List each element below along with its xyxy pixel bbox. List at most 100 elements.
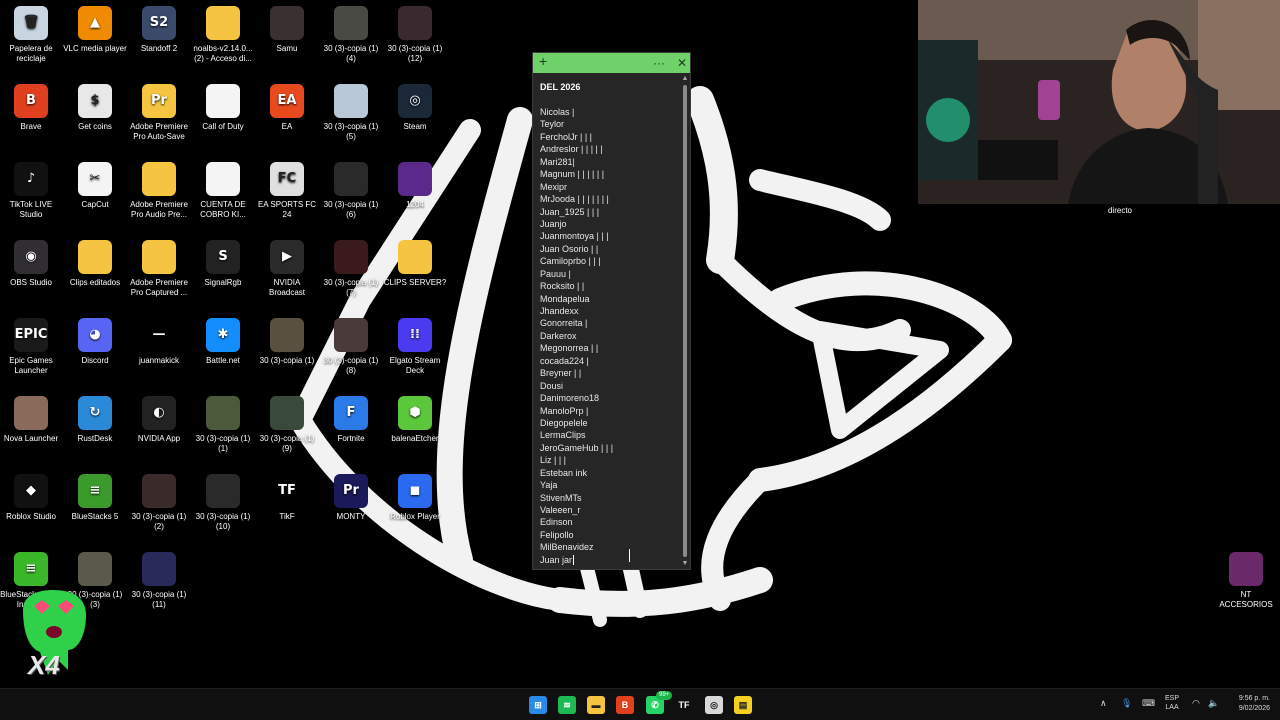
note-entry: Danimoreno18: [540, 392, 613, 404]
desktop-icon[interactable]: 30 (3)-copia (1)(7): [319, 240, 383, 298]
show-hidden-icons-button[interactable]: ∧: [1100, 698, 1107, 709]
desktop-icon[interactable]: ◕ Discord: [63, 318, 127, 366]
scroll-thumb[interactable]: [683, 85, 687, 557]
photo-icon: [398, 162, 432, 196]
microphone-icon[interactable]: 🎙: [1121, 698, 1132, 709]
note-entry-text: Felipollo: [540, 529, 574, 540]
desktop-icon[interactable]: FC EA SPORTS FC 24: [255, 162, 319, 220]
desktop-icon[interactable]: 30 (3)-copia (1)(9): [255, 396, 319, 454]
desktop-icon[interactable]: ♪ TikTok LIVE Studio: [0, 162, 63, 220]
desktop-icon[interactable]: EA EA: [255, 84, 319, 132]
desktop-icon[interactable]: 30 (3)-copia (1)(4): [319, 6, 383, 64]
desktop-icon[interactable]: Adobe Premiere Pro Captured ...: [127, 240, 191, 298]
windows-start-icon[interactable]: ⊞: [529, 696, 547, 714]
desktop-icon[interactable]: Nova Launcher: [0, 396, 63, 444]
volume-icon[interactable]: 🔈: [1208, 698, 1219, 709]
desktop-icon-label: 30 (3)-copia (1)(7): [323, 278, 379, 297]
folder-icon: [398, 240, 432, 274]
system-clock[interactable]: 9:56 p. m. 9/02/2026: [1226, 694, 1270, 714]
desktop-icon[interactable]: 30 (3)-copia (1)(2): [127, 474, 191, 532]
desktop-icon[interactable]: ↻ RustDesk: [63, 396, 127, 444]
close-note-button[interactable]: ✕: [677, 56, 687, 70]
stream-deck-icon: ⁞⁞: [398, 318, 432, 352]
desktop-icon[interactable]: F Fortnite: [319, 396, 383, 444]
roblox-icon: ◼: [398, 474, 432, 508]
desktop-icon[interactable]: ◎ Steam: [383, 84, 447, 132]
desktop-icon-label: juanmakick: [138, 356, 179, 365]
desktop-icon[interactable]: CUENTA DE COBRO KI...: [191, 162, 255, 220]
desktop-icon[interactable]: noalbs-v2.14.0... (2) - Acceso di...: [191, 6, 255, 64]
note-entry: Juan jar: [540, 554, 613, 566]
desktop-icon[interactable]: ▶ NVIDIA Broadcast: [255, 240, 319, 298]
scroll-down-icon[interactable]: ▼: [681, 560, 689, 567]
nova-icon: [14, 396, 48, 430]
desktop-icon[interactable]: 30 (3)-copia (1)(5): [319, 84, 383, 142]
nvidia-icon: ◐: [142, 396, 176, 430]
desktop-icon[interactable]: ≡ BlueStacks 5: [63, 474, 127, 522]
note-entry-text: ManoloPrp |: [540, 405, 589, 416]
desktop-icon[interactable]: EPIC Epic Games Launcher: [0, 318, 63, 376]
desktop-icon[interactable]: CLIPS SERVER?: [383, 240, 447, 288]
desktop-icon[interactable]: — juanmakick: [127, 318, 191, 366]
wifi-icon[interactable]: ◠: [1192, 698, 1200, 709]
desktop-icon[interactable]: 30 (3)-copia (1): [255, 318, 319, 366]
desktop-icon[interactable]: 30 (3)-copia (1)(10): [191, 474, 255, 532]
document-icon: [206, 162, 240, 196]
spotify-icon[interactable]: ≋: [558, 696, 576, 714]
desktop-icon[interactable]: 30 (3)-copia (1)(11): [127, 552, 191, 610]
desktop-icon-label: Battle.net: [206, 356, 240, 365]
desktop-icon[interactable]: ✂ CapCut: [63, 162, 127, 210]
desktop-icon[interactable]: ▲ VLC media player: [63, 6, 127, 54]
desktop-icon[interactable]: ◐ NVIDIA App: [127, 396, 191, 444]
desktop-icon[interactable]: ◼ Roblox Player: [383, 474, 447, 522]
desktop-icon[interactable]: ⁞⁞ Elgato Stream Deck: [383, 318, 447, 376]
sticky-note-header[interactable]: + ··· ✕: [533, 53, 690, 73]
desktop-icon[interactable]: Pr Adobe Premiere Pro Auto-Save: [127, 84, 191, 142]
desktop-icon[interactable]: 30 (3)-copia (1)(12): [383, 6, 447, 64]
battlenet-icon: ✱: [206, 318, 240, 352]
desktop-icon[interactable]: ◆ Roblox Studio: [0, 474, 63, 522]
desktop-icon[interactable]: Pr MONTY: [319, 474, 383, 522]
brave-icon[interactable]: B: [616, 696, 634, 714]
sticky-notes-icon[interactable]: ▤: [734, 696, 752, 714]
scroll-up-icon[interactable]: ▲: [681, 75, 689, 82]
keyboard-icon[interactable]: ⌨: [1142, 698, 1155, 709]
desktop-icon[interactable]: 30 (3)-copia (1)(6): [319, 162, 383, 220]
note-entry-text: Yaja: [540, 480, 558, 491]
note-scrollbar[interactable]: ▲ ▼: [681, 75, 689, 567]
desktop-icon[interactable]: Clips editados: [63, 240, 127, 288]
desktop-icon[interactable]: S2 Standoff 2: [127, 6, 191, 54]
note-entry: Juan_1925 | | |: [540, 206, 613, 218]
desktop-icon[interactable]: 1204: [383, 162, 447, 210]
desktop-icon[interactable]: Call of Duty: [191, 84, 255, 132]
chrome-icon[interactable]: ◎: [705, 696, 723, 714]
sticky-note-window[interactable]: + ··· ✕ DEL 2026 Nicolas | Teylor FercholJ…: [532, 52, 691, 570]
desktop-icon-label: NT ACCESORIOS: [1219, 590, 1273, 609]
desktop-icon[interactable]: Samu: [255, 6, 319, 54]
desktop-icon[interactable]: 30 (3)-copia (1)(1): [191, 396, 255, 454]
file-explorer-icon[interactable]: ▬: [587, 696, 605, 714]
desktop-icon-label: EA: [281, 122, 293, 131]
note-entry-text: Magnum | | | | | |: [540, 169, 605, 180]
file-icon: [206, 84, 240, 118]
tikfinity-icon[interactable]: TF: [675, 696, 693, 714]
desktop-icon[interactable]: B Brave: [0, 84, 63, 132]
desktop-icon[interactable]: NT ACCESORIOS: [1214, 552, 1278, 610]
desktop-icon-label: Get coins: [78, 122, 112, 131]
desktop-icon[interactable]: TF TikF: [255, 474, 319, 522]
fc24-icon: FC: [270, 162, 304, 196]
desktop-icon[interactable]: Adobe Premiere Pro Audio Pre...: [127, 162, 191, 220]
add-note-button[interactable]: +: [539, 54, 547, 68]
more-options-button[interactable]: ···: [653, 56, 665, 70]
desktop-icon[interactable]: 🗑 Papelera de reciclaje: [0, 6, 63, 64]
desktop-icon[interactable]: ◉ OBS Studio: [0, 240, 63, 288]
language-indicator[interactable]: ESP LAA: [1165, 694, 1179, 712]
desktop-icon[interactable]: ✱ Battle.net: [191, 318, 255, 366]
desktop-icon[interactable]: $ Get coins: [63, 84, 127, 132]
desktop-icon[interactable]: ⬢ balenaEtcher: [383, 396, 447, 444]
desktop-icon-label: CLIPS SERVER?: [383, 278, 447, 287]
note-entries[interactable]: Nicolas | Teylor FercholJr | | | Andreslor …: [540, 106, 613, 566]
desktop-icon[interactable]: S SignalRgb: [191, 240, 255, 288]
desktop-icon[interactable]: 30 (3)-copia (1)(8): [319, 318, 383, 376]
desktop-icon-label: 30 (3)-copia (1)(9): [259, 434, 315, 453]
